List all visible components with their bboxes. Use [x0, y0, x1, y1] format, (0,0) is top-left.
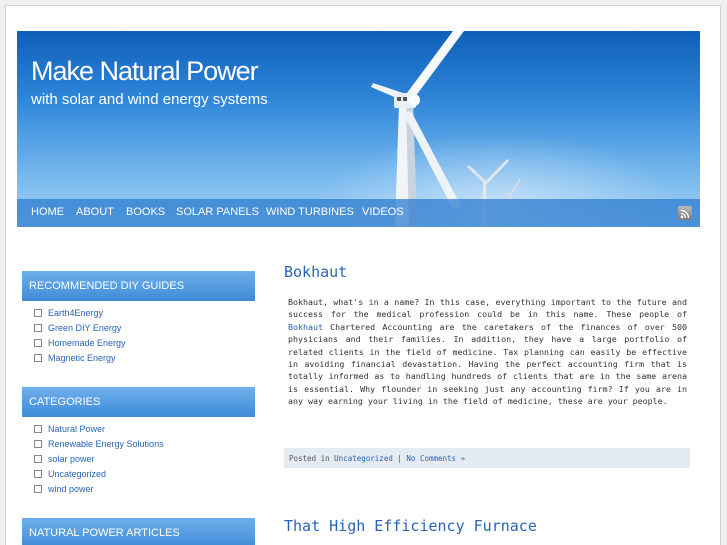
- list-item-link[interactable]: Green DIY Energy: [48, 323, 121, 333]
- list-item-link[interactable]: Renewable Energy Solutions: [48, 439, 164, 449]
- post-body: Bokhaut, what's in a name? In this case,…: [288, 296, 687, 408]
- list-item[interactable]: Magnetic Energy: [34, 353, 255, 368]
- checkbox-icon: [34, 455, 42, 463]
- nav-home[interactable]: HOME: [31, 206, 64, 218]
- list-item[interactable]: Earth4Energy: [34, 308, 255, 323]
- widget-title: NATURAL POWER ARTICLES: [22, 518, 255, 545]
- post-text: Chartered Accounting are the caretakers …: [288, 321, 687, 407]
- meta-separator: |: [392, 454, 407, 463]
- widget-natural-power-articles: NATURAL POWER ARTICLES: [22, 518, 255, 545]
- post-meta: Posted in Uncategorized | No Comments »: [284, 448, 690, 468]
- comments-link[interactable]: No Comments »: [406, 454, 465, 463]
- widget-title: CATEGORIES: [22, 387, 255, 417]
- guides-list: Earth4Energy Green DIY Energy Homemade E…: [22, 301, 255, 375]
- checkbox-icon: [34, 440, 42, 448]
- checkbox-icon: [34, 485, 42, 493]
- list-item-link[interactable]: Uncategorized: [48, 469, 106, 479]
- checkbox-icon: [34, 470, 42, 478]
- site-header: Make Natural Power with solar and wind e…: [17, 31, 700, 227]
- post-title-furnace[interactable]: That High Efficiency Furnace: [284, 517, 537, 535]
- list-item-link[interactable]: Homemade Energy: [48, 338, 126, 348]
- list-item-link[interactable]: solar power: [48, 454, 95, 464]
- list-item[interactable]: wind power: [34, 484, 255, 499]
- nav-about[interactable]: ABOUT: [76, 206, 114, 218]
- rss-icon-glyph: [680, 209, 690, 219]
- checkbox-icon: [34, 354, 42, 362]
- post-text: Bokhaut, what's in a name? In this case,…: [288, 297, 687, 320]
- list-item[interactable]: Green DIY Energy: [34, 323, 255, 338]
- checkbox-icon: [34, 425, 42, 433]
- post-inline-link[interactable]: Bokhaut: [288, 322, 323, 332]
- list-item-link[interactable]: Magnetic Energy: [48, 353, 116, 363]
- list-item[interactable]: Renewable Energy Solutions: [34, 439, 255, 454]
- list-item[interactable]: Uncategorized: [34, 469, 255, 484]
- widget-categories: CATEGORIES Natural Power Renewable Energ…: [22, 387, 255, 506]
- checkbox-icon: [34, 324, 42, 332]
- nav-wind-turbines[interactable]: WIND TURBINES: [266, 206, 354, 218]
- main-navigation: HOME ABOUT BOOKS SOLAR PANELS WIND TURBI…: [17, 199, 700, 227]
- checkbox-icon: [34, 309, 42, 317]
- list-item[interactable]: solar power: [34, 454, 255, 469]
- widget-recommended-guides: RECOMMENDED DIY GUIDES Earth4Energy Gree…: [22, 271, 255, 375]
- sidebar: RECOMMENDED DIY GUIDES Earth4Energy Gree…: [22, 271, 255, 545]
- rss-icon[interactable]: [678, 206, 692, 220]
- category-link[interactable]: Uncategorized: [334, 454, 393, 463]
- site-tagline: with solar and wind energy systems: [31, 91, 268, 108]
- list-item-link[interactable]: Natural Power: [48, 424, 105, 434]
- widget-title: RECOMMENDED DIY GUIDES: [22, 271, 255, 301]
- meta-prefix: Posted in: [289, 454, 335, 463]
- list-item[interactable]: Homemade Energy: [34, 338, 255, 353]
- nav-videos[interactable]: VIDEOS: [362, 206, 404, 218]
- site-title[interactable]: Make Natural Power: [31, 56, 259, 87]
- nav-solar-panels[interactable]: SOLAR PANELS: [176, 206, 259, 218]
- categories-list: Natural Power Renewable Energy Solutions…: [22, 417, 255, 506]
- nav-books[interactable]: BOOKS: [126, 206, 165, 218]
- checkbox-icon: [34, 339, 42, 347]
- list-item[interactable]: Natural Power: [34, 424, 255, 439]
- post-title-bokhaut[interactable]: Bokhaut: [284, 263, 347, 281]
- list-item-link[interactable]: wind power: [48, 484, 94, 494]
- list-item-link[interactable]: Earth4Energy: [48, 308, 103, 318]
